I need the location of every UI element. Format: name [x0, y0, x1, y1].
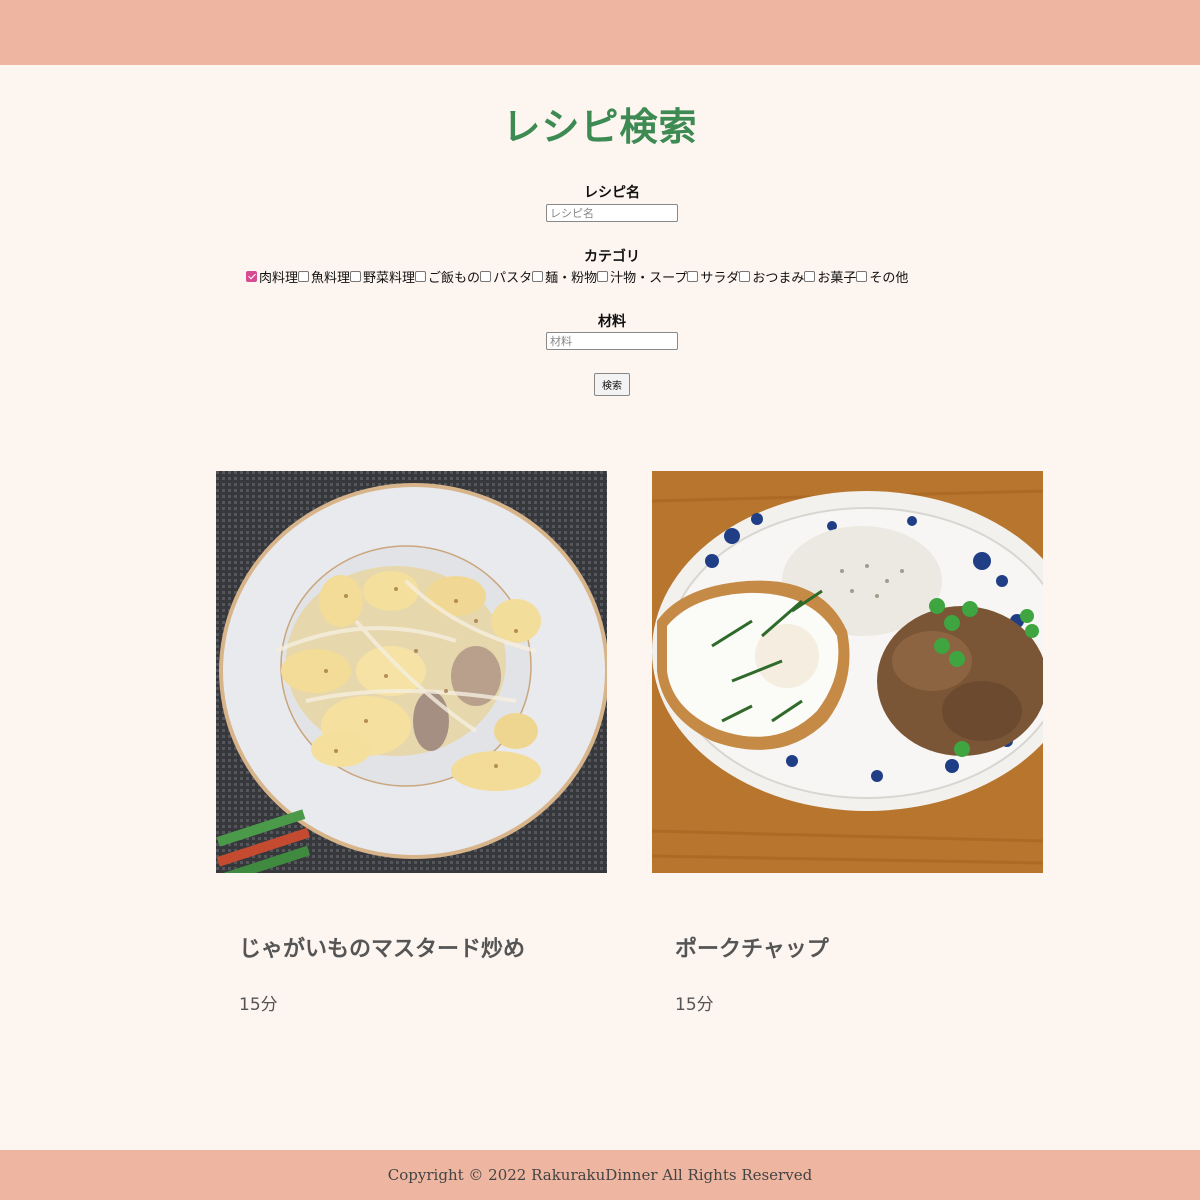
recipe-card[interactable]: ポークチャップ 15分	[652, 471, 1043, 1015]
category-checkbox[interactable]	[739, 270, 751, 282]
category-option-label: 野菜料理	[363, 270, 416, 286]
recipe-name-label: レシピ名	[584, 185, 640, 201]
potato-stir-fry-photo	[216, 471, 607, 873]
ingredient-input[interactable]	[546, 332, 678, 350]
category-checkbox[interactable]	[415, 270, 427, 282]
category-option[interactable]: おつまみ	[739, 267, 804, 286]
category-option-label: パスタ	[493, 270, 533, 286]
copyright-text: Copyright © 2022 RakurakuDinner All Righ…	[387, 1166, 813, 1184]
category-option-label: サラダ	[700, 270, 740, 286]
category-option[interactable]: 野菜料理	[350, 267, 415, 286]
recipe-name-input[interactable]	[546, 204, 678, 222]
recipe-cook-time: 15分	[239, 995, 278, 1015]
category-option[interactable]: 魚料理	[298, 267, 350, 286]
recipe-photo[interactable]	[216, 471, 607, 873]
category-option-label: 魚料理	[311, 270, 351, 286]
category-checkbox[interactable]	[298, 270, 310, 282]
category-checkbox[interactable]	[856, 270, 868, 282]
recipe-title[interactable]: じゃがいものマスタード炒め	[239, 931, 525, 963]
category-checkbox[interactable]	[350, 270, 362, 282]
category-option[interactable]: ご飯もの	[415, 267, 480, 286]
header-bar	[0, 0, 1200, 65]
category-option[interactable]: サラダ	[687, 267, 739, 286]
category-option-label: お菓子	[817, 270, 857, 286]
category-option-label: 汁物・スープ	[610, 270, 688, 286]
search-button[interactable]: 検索	[594, 373, 630, 396]
category-option-label: おつまみ	[752, 270, 805, 286]
recipe-card[interactable]: じゃがいものマスタード炒め 15分	[216, 471, 607, 1015]
category-option[interactable]: お菓子	[804, 267, 856, 286]
category-checkbox[interactable]	[246, 270, 257, 282]
category-option-label: 麺・粉物	[545, 270, 598, 286]
recipe-cook-time: 15分	[675, 995, 714, 1015]
recipe-photo[interactable]	[652, 471, 1043, 873]
footer: Copyright © 2022 RakurakuDinner All Righ…	[0, 1150, 1200, 1200]
category-checkbox[interactable]	[480, 270, 492, 282]
category-option[interactable]: その他	[856, 267, 908, 286]
category-checkbox[interactable]	[597, 270, 609, 282]
category-option-label: その他	[869, 270, 909, 286]
page-title: レシピ検索	[502, 105, 698, 149]
ingredient-label: 材料	[598, 314, 626, 330]
category-option-label: 肉料理	[259, 270, 299, 286]
recipe-title[interactable]: ポークチャップ	[675, 931, 829, 963]
category-option-label: ご飯もの	[428, 270, 481, 286]
category-label: カテゴリ	[584, 249, 640, 265]
category-checkbox[interactable]	[532, 270, 544, 282]
category-option[interactable]: 汁物・スープ	[597, 267, 687, 286]
category-checkbox-group: 肉料理 魚料理 野菜料理 ご飯もの パスタ 麺・粉物 汁物・スープ サラダ おつまみ お菓子 その他	[246, 267, 908, 286]
category-checkbox[interactable]	[804, 270, 816, 282]
category-option[interactable]: パスタ	[480, 267, 532, 286]
category-option[interactable]: 麺・粉物	[532, 267, 597, 286]
category-checkbox[interactable]	[687, 270, 699, 282]
category-option[interactable]: 肉料理	[246, 267, 298, 286]
pork-chop-photo	[652, 471, 1043, 873]
